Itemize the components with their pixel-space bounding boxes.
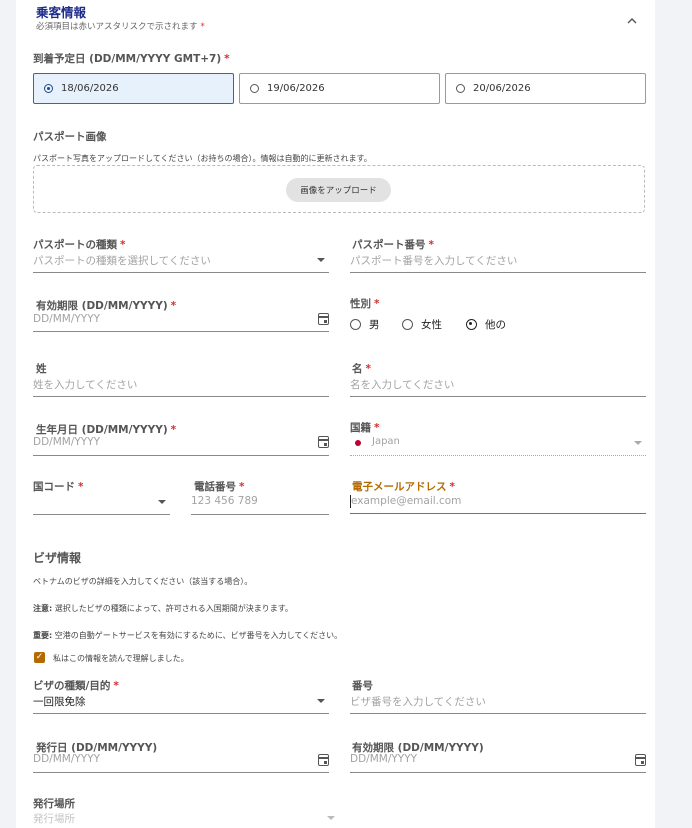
chevron-down-icon (317, 699, 325, 703)
passport-image-hint: パスポート写真をアップロードしてください（お持ちの場合）。情報は自動的に更新され… (33, 154, 372, 163)
phone-label: 電話番号 * (194, 481, 245, 493)
visa-intro: ベトナムのビザの詳細を入力してください（該当する場合）。 (33, 577, 253, 586)
gender-label: 性別 * (350, 298, 380, 310)
calendar-icon[interactable] (318, 754, 329, 766)
field-underline (33, 772, 329, 773)
gender-option-other[interactable]: 他の (466, 317, 506, 332)
email-label: 電子メールアドレス * (352, 481, 455, 493)
field-underline (350, 513, 646, 514)
gender-option-female[interactable]: 女性 (402, 317, 442, 332)
radio-icon (456, 84, 465, 93)
field-underline (350, 713, 646, 714)
passport-number-label: パスポート番号 * (352, 239, 434, 251)
field-underline (350, 772, 646, 773)
section-subtitle: 必須項目は赤いアスタリスクで示されます * (36, 22, 205, 32)
field-underline (350, 455, 646, 456)
radio-icon (250, 84, 259, 93)
email-input[interactable]: example@email.com (351, 495, 461, 507)
visa-number-input[interactable]: ビザ番号を入力してください (350, 694, 486, 709)
visa-type-label: ビザの種類/目的 * (33, 680, 119, 692)
phone-input[interactable]: 123 456 789 (191, 495, 258, 507)
dob-input[interactable]: DD/MM/YYYY (33, 436, 100, 448)
field-underline (191, 514, 329, 515)
dob-label: 生年月日 (DD/MM/YYYY) * (36, 424, 177, 436)
radio-selected-icon (466, 319, 477, 330)
visa-section-title: ビザ情報 (33, 551, 82, 565)
arrival-option-3[interactable]: 20/06/2026 (445, 73, 646, 104)
chevron-up-icon[interactable] (626, 12, 638, 24)
last-name-input[interactable]: 姓を入力してください (33, 377, 137, 392)
field-underline (33, 514, 170, 515)
arrival-option-2[interactable]: 19/06/2026 (239, 73, 440, 104)
passport-image-label: パスポート画像 (33, 131, 107, 143)
passenger-info-card: 乗客情報 必須項目は赤いアスタリスクで示されます * 到着予定日 (DD/MM/Y… (16, 0, 655, 828)
arrival-option-1[interactable]: 18/06/2026 (33, 73, 234, 104)
nationality-label: 国籍 * (350, 422, 380, 434)
issue-date-input[interactable]: DD/MM/YYYY (33, 753, 100, 765)
expiry-label: 有効期限 (DD/MM/YYYY) * (36, 300, 177, 312)
japan-flag-icon (355, 440, 361, 446)
gender-option-male[interactable]: 男 (350, 317, 380, 332)
field-underline (33, 713, 329, 714)
first-name-label: 名 * (352, 363, 371, 375)
first-name-input[interactable]: 名を入力してください (350, 377, 454, 392)
radio-icon (350, 319, 361, 330)
nationality-select[interactable]: Japan (372, 436, 400, 447)
passport-type-select[interactable]: パスポートの種類を選択してください (33, 253, 211, 268)
radio-selected-icon (44, 84, 53, 93)
visa-type-select[interactable]: 一回限免除 (33, 694, 86, 709)
field-underline (33, 272, 329, 273)
country-code-label: 国コード * (33, 481, 84, 493)
chevron-down-icon[interactable] (158, 500, 166, 504)
expiry-input[interactable]: DD/MM/YYYY (33, 313, 100, 325)
field-underline (33, 331, 329, 332)
passport-type-label: パスポートの種類 * (33, 239, 126, 251)
arrival-date-label: 到着予定日 (DD/MM/YYYY GMT+7) * (33, 53, 230, 65)
section-title: 乗客情報 (36, 5, 87, 20)
calendar-icon[interactable] (635, 754, 646, 766)
last-name-label: 姓 (36, 363, 47, 375)
upload-image-button[interactable]: 画像をアップロード (286, 178, 391, 202)
passport-number-input[interactable]: パスポート番号を入力してください (350, 253, 517, 268)
chevron-down-icon (634, 441, 642, 445)
radio-icon (402, 319, 413, 330)
field-underline (350, 272, 646, 273)
visa-important: 重要: 空港の自動ゲートサービスを有効にするために、ビザ番号を入力してください。 (33, 631, 343, 640)
chevron-down-icon (327, 816, 335, 820)
acknowledge-label: 私はこの情報を読んで理解しました。 (53, 654, 189, 663)
field-underline (33, 396, 329, 397)
issue-place-select[interactable]: 発行場所 (33, 811, 75, 826)
calendar-icon[interactable] (318, 313, 329, 325)
issue-place-label: 発行場所 (33, 798, 75, 810)
visa-note: 注意: 選択したビザの種類によって、許可される入国期間が決まります。 (33, 604, 293, 613)
chevron-down-icon (317, 258, 325, 262)
visa-expiry-input[interactable]: DD/MM/YYYY (350, 753, 417, 765)
calendar-icon[interactable] (318, 436, 329, 448)
field-underline (350, 396, 646, 397)
acknowledge-checkbox[interactable]: ✓ (34, 652, 45, 663)
visa-number-label: 番号 (352, 680, 373, 692)
field-underline (33, 455, 329, 456)
